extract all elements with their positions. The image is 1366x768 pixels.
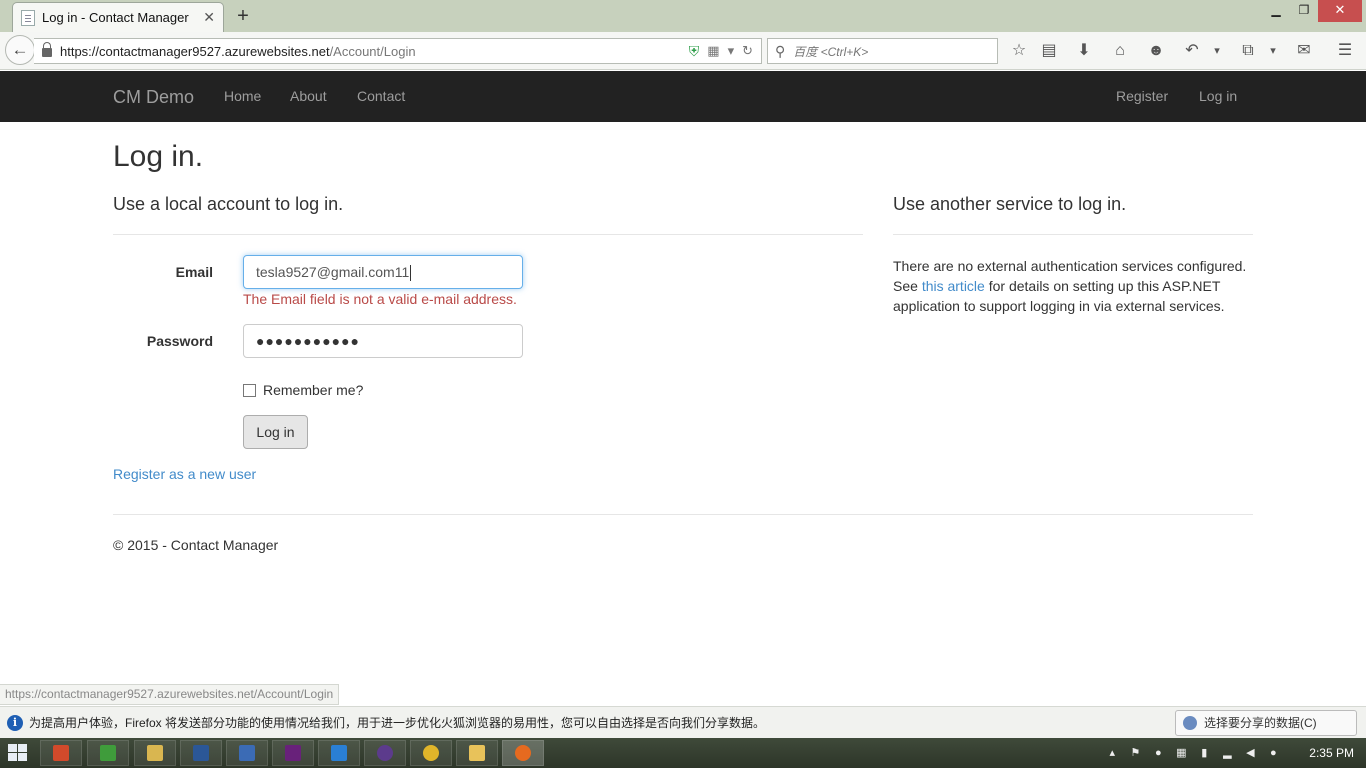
flag-icon[interactable]: ⚑ [1128, 746, 1142, 760]
login-button[interactable]: Log in [243, 415, 308, 449]
close-tab-icon[interactable]: ✕ [203, 9, 215, 26]
search-placeholder: 百度 <Ctrl+K> [793, 44, 869, 59]
browser-tabstrip: Log in - Contact Manager ✕ + ▁ ❐ ✕ [0, 0, 1366, 32]
password-label: Password [146, 333, 213, 349]
status-url: https://contactmanager9527.azurewebsites… [0, 684, 340, 705]
taskbar-app-icon[interactable] [40, 740, 82, 766]
footer-text: © 2015 - Contact Manager [113, 537, 279, 553]
close-window-icon[interactable]: ✕ [1318, 0, 1362, 22]
media-player-icon[interactable] [318, 740, 360, 766]
article-link[interactable]: this article [922, 278, 985, 294]
reload-icon[interactable]: ↻ [742, 43, 753, 59]
qq-icon[interactable]: ● [1151, 746, 1165, 760]
site-navbar: CM Demo Home About Contact Register Log … [0, 71, 1366, 122]
nav-register[interactable]: Register [1116, 88, 1168, 104]
divider [113, 234, 863, 235]
divider [893, 234, 1253, 235]
shield-icon[interactable]: ⛨ [689, 43, 700, 60]
minimize-icon[interactable]: ▁ [1262, 0, 1290, 22]
search-icon: ⚲ [775, 42, 786, 59]
chat-icon[interactable]: ☻ [1145, 40, 1167, 62]
url-host: https://contactmanager9527.azurewebsites… [60, 43, 330, 59]
email-field[interactable]: tesla9527@gmail.com11 [243, 255, 523, 289]
system-tray: ▴ ⚑ ● ▦ ▮ ▂ ◀ ● 2:35 PM [1105, 738, 1366, 768]
new-tab-icon[interactable]: + [232, 5, 254, 28]
taskbar: ▴ ⚑ ● ▦ ▮ ▂ ◀ ● 2:35 PM [0, 738, 1366, 768]
share-icon [1183, 716, 1197, 730]
share-data-button[interactable]: 选择要分享的数据(C) [1175, 710, 1357, 736]
reading-list-icon[interactable]: ▤ [1038, 40, 1060, 62]
remember-checkbox[interactable] [243, 384, 256, 397]
battery-icon[interactable]: ▮ [1197, 746, 1211, 760]
nav-contact[interactable]: Contact [357, 88, 405, 104]
home-icon[interactable]: ⌂ [1109, 40, 1131, 62]
chrome-icon[interactable] [410, 740, 452, 766]
screenshot-icon[interactable]: ⧉ [1237, 40, 1259, 62]
email-error: The Email field is not a valid e-mail ad… [243, 291, 517, 307]
lock-icon [42, 42, 52, 57]
taskbar-app-icon[interactable] [87, 740, 129, 766]
nav-home[interactable]: Home [224, 88, 261, 104]
clock: 2:35 PM [1309, 746, 1354, 760]
firefox-icon[interactable] [502, 740, 544, 766]
restore-icon[interactable]: ❐ [1290, 0, 1318, 22]
windows-icon[interactable]: ▦ [1174, 746, 1188, 760]
dropdown-icon[interactable]: ▾ [728, 43, 735, 59]
local-account-heading: Use a local account to log in. [113, 194, 344, 214]
back-icon[interactable]: ← [5, 35, 35, 65]
footer-divider [113, 514, 1253, 515]
external-heading: Use another service to log in. [893, 194, 1127, 214]
register-link[interactable]: Register as a new user [113, 466, 256, 482]
tray-arrow-icon[interactable]: ▴ [1105, 746, 1119, 760]
nav-about[interactable]: About [290, 88, 327, 104]
notification-message: 为提高用户体验，Firefox 将发送部分功能的使用情况给我们，用于进一步优化火… [29, 716, 766, 730]
email-value: tesla9527@gmail.com11 [256, 264, 410, 280]
url-bar[interactable]: https://contactmanager9527.azurewebsites… [34, 38, 762, 64]
language-icon[interactable]: ● [1266, 746, 1280, 760]
message-icon[interactable]: ✉ [1293, 40, 1315, 62]
page-title: Log in. [113, 140, 204, 173]
password-field[interactable]: ●●●●●●●●●●● [243, 324, 523, 358]
browser-tab[interactable]: Log in - Contact Manager ✕ [12, 2, 224, 32]
volume-icon[interactable]: ◀ [1243, 746, 1257, 760]
taskbar-app-icon[interactable] [364, 740, 406, 766]
network-icon[interactable]: ▂ [1220, 746, 1234, 760]
tab-title: Log in - Contact Manager [42, 10, 189, 25]
taskbar-app-icon[interactable] [226, 740, 268, 766]
notification-bar: i 为提高用户体验，Firefox 将发送部分功能的使用情况给我们，用于进一步优… [0, 706, 1366, 738]
search-input[interactable]: ⚲ 百度 <Ctrl+K> [767, 38, 998, 64]
external-auth-text: There are no external authentication ser… [893, 258, 1247, 314]
file-explorer-icon[interactable] [456, 740, 498, 766]
info-icon: i [7, 714, 23, 731]
email-label: Email [175, 264, 213, 280]
undo-icon[interactable]: ↶ [1181, 40, 1203, 62]
qrcode-icon[interactable]: ▦ [707, 43, 719, 59]
menu-icon[interactable]: ☰ [1334, 40, 1356, 62]
word-icon[interactable] [180, 740, 222, 766]
site-brand[interactable]: CM Demo [113, 87, 194, 108]
url-path: /Account/Login [329, 43, 416, 59]
remember-label[interactable]: Remember me? [263, 382, 363, 398]
browser-toolbar: ← https://contactmanager9527.azurewebsit… [0, 32, 1366, 70]
screenshot-dropdown-icon[interactable]: ▾ [1262, 40, 1284, 62]
download-icon[interactable]: ⬇ [1073, 40, 1095, 62]
taskbar-app-icon[interactable] [134, 740, 176, 766]
password-value: ●●●●●●●●●●● [256, 333, 361, 349]
nav-login[interactable]: Log in [1199, 88, 1237, 104]
page-icon [21, 9, 35, 26]
windows-start-icon[interactable] [8, 744, 28, 762]
undo-dropdown-icon[interactable]: ▾ [1206, 40, 1228, 62]
bookmark-star-icon[interactable]: ☆ [1008, 40, 1030, 62]
visual-studio-icon[interactable] [272, 740, 314, 766]
